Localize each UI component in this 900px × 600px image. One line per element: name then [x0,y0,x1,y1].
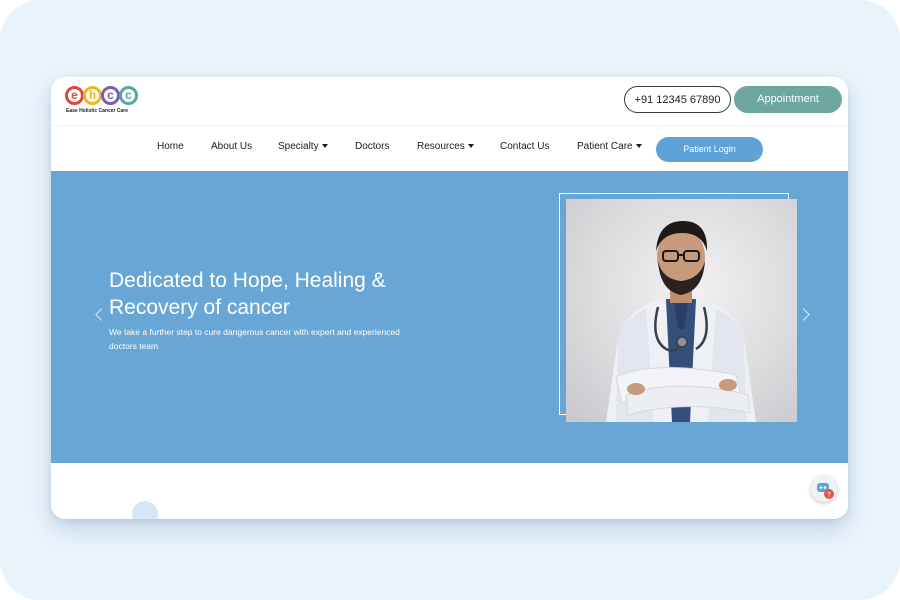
logo-mark: e h c c [65,86,145,106]
svg-text:?: ? [827,492,831,499]
content-area [51,463,848,519]
hero-title: Dedicated to Hope, Healing & Recovery of… [109,267,439,321]
doctor-portrait-icon [606,221,756,422]
carousel-prev-icon[interactable] [95,308,108,321]
phone-button[interactable]: +91 12345 67890 [624,86,731,113]
nav-item-home[interactable]: Home [157,141,184,152]
patient-login-button[interactable]: Patient Login [656,137,763,162]
nav-item-label: Specialty [278,141,319,152]
chat-bot-glyph-icon: ? [817,483,834,499]
chat-bot-icon[interactable]: ? [811,476,837,502]
browser-window: e h c c Ease Holistic Cancer Care +91 12… [51,77,848,519]
nav-item-label: About Us [211,141,253,152]
nav-item-patient-care[interactable]: Patient Care [577,141,642,152]
nav-item-contact-us[interactable]: Contact Us [500,141,549,152]
nav-item-resources[interactable]: Resources [417,141,474,152]
nav-item-specialty[interactable]: Specialty [278,141,328,152]
logo-letter-c1: c [101,86,120,105]
nav-item-doctors[interactable]: Doctors [355,141,389,152]
nav-item-about-us[interactable]: About Us [211,141,252,152]
hero-subtitle: We take a further step to cure dangerous… [109,327,400,351]
nav-item-label: Patient Care [577,141,633,152]
logo-tagline: Ease Holistic Cancer Care [66,108,128,114]
hero-banner: Dedicated to Hope, Healing & Recovery of… [51,171,848,463]
chevron-down-icon [321,144,328,149]
logo-letter-e: e [65,86,84,105]
brand-logo[interactable]: e h c c Ease Holistic Cancer Care [65,86,145,116]
appointment-button[interactable]: Appointment [734,86,842,113]
nav-item-label: Resources [417,141,465,152]
top-bar: e h c c Ease Holistic Cancer Care +91 12… [51,77,848,125]
nav-item-label: Contact Us [500,141,550,152]
hero-title-line2: Recovery of cancer [109,296,290,319]
carousel-next-icon[interactable] [797,308,810,321]
hero-title-line1: Dedicated to Hope, Healing & [109,269,386,292]
nav-item-label: Doctors [355,141,390,152]
doctor-photo [566,199,797,422]
logo-letter-h: h [83,86,102,105]
chevron-down-icon [635,144,642,149]
nav-item-label: Home [157,141,184,152]
chevron-down-icon [467,144,474,149]
logo-letter-c2: c [119,86,138,105]
